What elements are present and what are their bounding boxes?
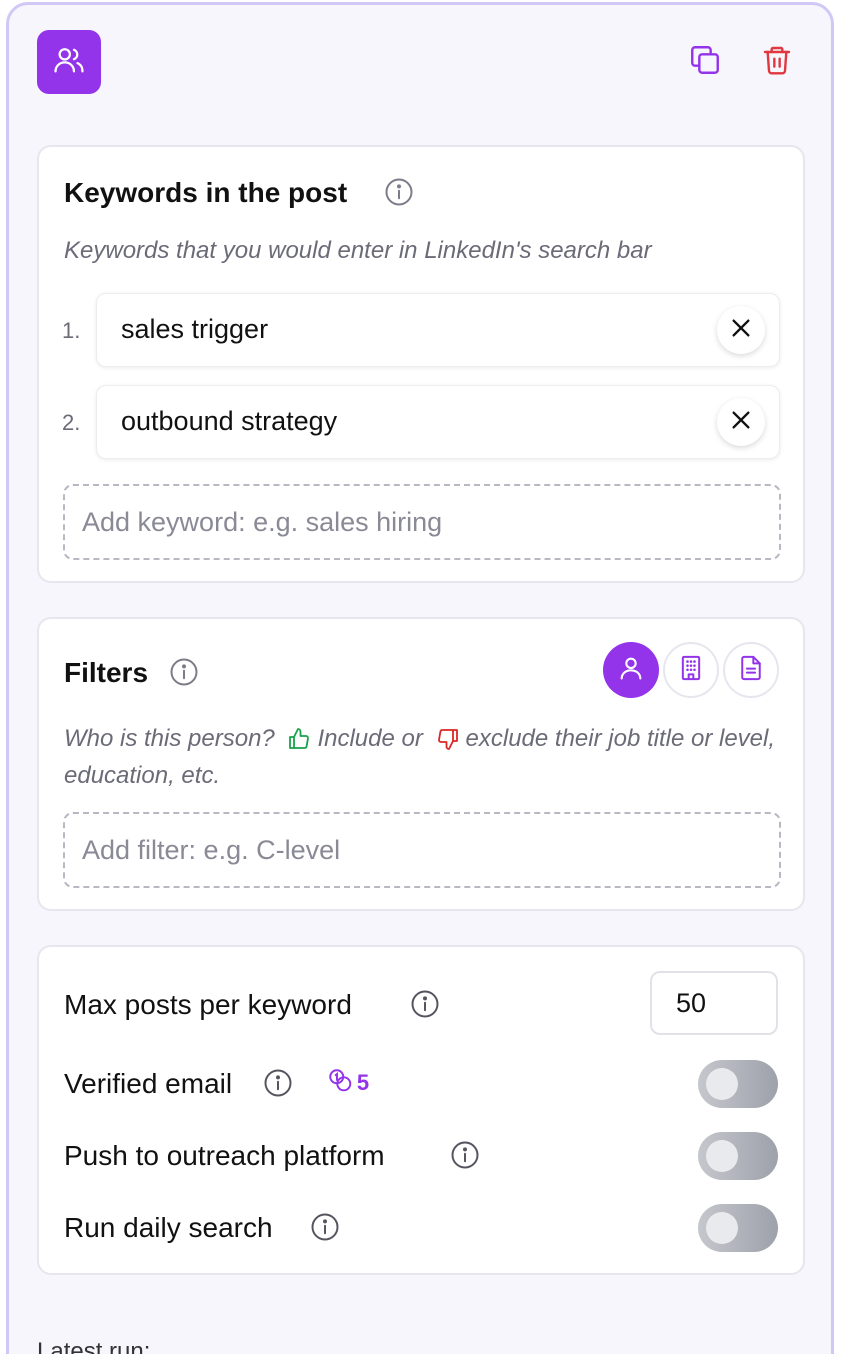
filters-hint-include: Include or bbox=[317, 725, 423, 752]
push-outreach-toggle[interactable] bbox=[698, 1132, 778, 1180]
filter-type-person[interactable] bbox=[603, 642, 659, 698]
users-icon bbox=[52, 43, 86, 82]
toggle-knob bbox=[706, 1140, 738, 1172]
keywords-card: Keywords in the post Keywords that you w… bbox=[37, 145, 805, 583]
keyword-item: outbound strategy bbox=[96, 385, 780, 459]
remove-keyword-button[interactable] bbox=[717, 306, 765, 354]
info-icon[interactable] bbox=[263, 1068, 293, 1098]
toggle-knob bbox=[706, 1068, 738, 1100]
credit-cost: 5 bbox=[356, 1070, 370, 1095]
close-icon bbox=[730, 317, 752, 344]
thumbs-up-icon bbox=[287, 727, 311, 760]
building-icon bbox=[677, 654, 705, 687]
verified-email-toggle[interactable] bbox=[698, 1060, 778, 1108]
daily-search-label: Run daily search bbox=[64, 1212, 273, 1243]
user-icon bbox=[617, 654, 645, 687]
push-outreach-label: Push to outreach platform bbox=[64, 1140, 385, 1171]
credit-cost-badge: 5 bbox=[304, 1061, 392, 1105]
add-filter-input[interactable] bbox=[63, 812, 781, 888]
document-icon bbox=[737, 654, 765, 687]
add-keyword-input[interactable] bbox=[63, 484, 781, 560]
duplicate-button[interactable] bbox=[687, 44, 723, 80]
toggle-knob bbox=[706, 1212, 738, 1244]
filters-card: Filters Who is this person? Include or e… bbox=[37, 617, 805, 911]
filter-type-company[interactable] bbox=[663, 642, 719, 698]
info-icon[interactable] bbox=[310, 1212, 340, 1242]
info-icon[interactable] bbox=[450, 1140, 480, 1170]
copy-icon bbox=[688, 43, 722, 82]
keyword-item: sales trigger bbox=[96, 293, 780, 367]
info-icon[interactable] bbox=[384, 177, 414, 207]
max-posts-input[interactable] bbox=[650, 971, 778, 1035]
verified-email-label: Verified email bbox=[64, 1068, 233, 1099]
keyword-text: outbound strategy bbox=[121, 406, 338, 436]
people-search-avatar[interactable] bbox=[37, 30, 101, 94]
keyword-number: 2. bbox=[62, 410, 81, 435]
close-icon bbox=[730, 409, 752, 436]
filters-title: Filters bbox=[64, 657, 149, 688]
daily-search-toggle[interactable] bbox=[698, 1204, 778, 1252]
keyword-text: sales trigger bbox=[121, 314, 269, 344]
keyword-number: 1. bbox=[62, 318, 81, 343]
info-icon[interactable] bbox=[410, 989, 440, 1019]
trash-icon bbox=[761, 44, 793, 81]
max-posts-label: Max posts per keyword bbox=[64, 989, 352, 1020]
filters-hint: Who is this person? Include or exclude t… bbox=[64, 723, 784, 792]
remove-keyword-button[interactable] bbox=[717, 398, 765, 446]
settings-card: Max posts per keyword Verified email 5 P… bbox=[37, 945, 805, 1275]
filter-type-post[interactable] bbox=[723, 642, 779, 698]
thumbs-down-icon bbox=[436, 727, 460, 760]
info-icon[interactable] bbox=[169, 657, 199, 687]
coins-icon bbox=[327, 1067, 353, 1099]
keywords-title: Keywords in the post bbox=[64, 177, 348, 208]
keywords-hint: Keywords that you would enter in LinkedI… bbox=[64, 237, 652, 264]
latest-run-label: Latest run: bbox=[37, 1338, 151, 1354]
filters-hint-question: Who is this person? bbox=[64, 725, 275, 752]
delete-button[interactable] bbox=[759, 44, 795, 80]
